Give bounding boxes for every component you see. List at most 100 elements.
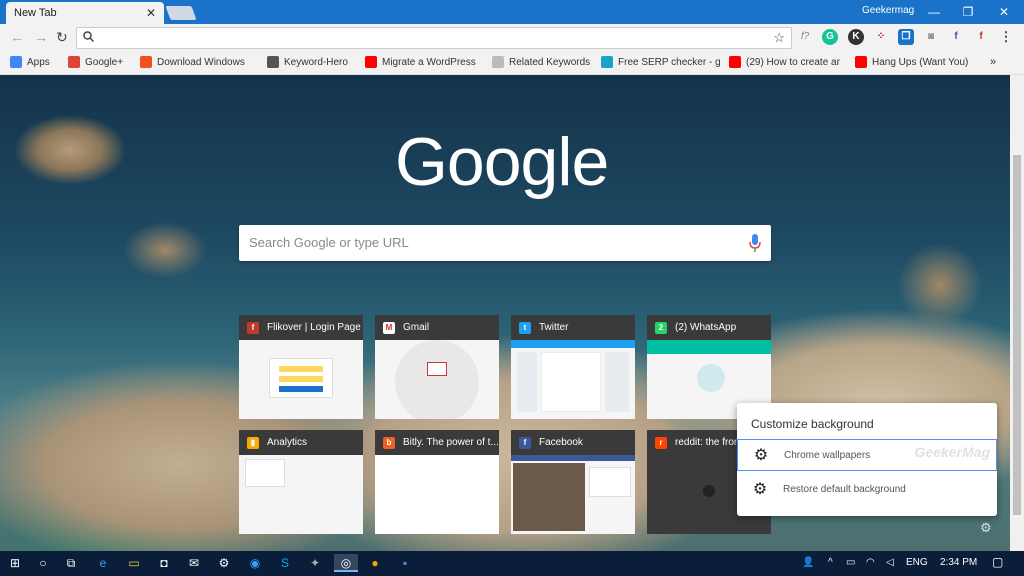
file-explorer-icon[interactable]: ▭ <box>125 554 143 572</box>
bookmark-item[interactable]: Related Keywords <box>492 56 590 68</box>
forward-button[interactable]: → <box>34 29 48 45</box>
bookmark-item[interactable]: Apps <box>10 56 50 68</box>
people-icon[interactable]: 👤 <box>802 557 814 568</box>
tile-title: Twitter <box>539 322 569 333</box>
close-window-button[interactable]: ✕ <box>986 0 1022 24</box>
search-box[interactable] <box>239 225 771 261</box>
most-visited-tile[interactable]: ▮ Analytics <box>239 430 363 534</box>
twitter-icon: t <box>519 321 531 334</box>
tab-title: New Tab <box>14 7 57 19</box>
start-windows-icon[interactable]: ⊞ <box>6 554 24 572</box>
skype-icon[interactable]: S <box>276 554 294 572</box>
microphone-icon[interactable] <box>749 234 761 252</box>
most-visited-tile[interactable]: t Twitter <box>511 315 635 419</box>
bookmark-item[interactable]: Download Windows <box>140 56 245 68</box>
scrollbar-thumb[interactable] <box>1013 155 1021 515</box>
most-visited-tile[interactable]: b Bitly. The power of t... <box>375 430 499 534</box>
back-button[interactable]: ← <box>10 29 24 45</box>
bookmarks-more-button[interactable]: » <box>990 56 996 68</box>
address-bar[interactable]: ☆ <box>76 27 792 49</box>
app-icon[interactable]: ✦ <box>306 554 324 572</box>
most-visited-tile[interactable]: f Facebook <box>511 430 635 534</box>
task-view-icon[interactable]: ⧉ <box>62 554 80 572</box>
tray-chevron-icon[interactable]: ^ <box>828 557 833 568</box>
most-visited-tile[interactable]: f Flikover | Login Page <box>239 315 363 419</box>
tile-title: (2) WhatsApp <box>675 322 737 333</box>
chrome-wallpapers-label: Chrome wallpapers <box>784 449 871 461</box>
page-scrollbar[interactable] <box>1010 75 1024 551</box>
tile-title: Facebook <box>539 437 583 448</box>
youtube-icon <box>729 56 741 68</box>
tile-header: M Gmail <box>375 315 499 340</box>
action-center-icon[interactable]: ▢ <box>992 555 1003 569</box>
windows-taskbar: ⊞ ○ ⧉ e ▭ ◘ ✉ ⚙ ◉ S ✦ ◎ ● ▪ 👤 ^ ▭ ◠ ◁ EN… <box>0 551 1024 576</box>
seo-extension-icon[interactable]: ⁘ <box>873 29 889 45</box>
google-logo: Google <box>395 124 609 200</box>
chrome-wallpapers-option[interactable]: ⚙ Chrome wallpapers GeekerMag <box>737 439 997 471</box>
mail-icon[interactable]: ✉ <box>185 554 203 572</box>
bookmark-label: Migrate a WordPress <box>382 56 476 68</box>
app-icon[interactable]: ● <box>366 554 384 572</box>
bookmark-label: (29) How to create ar <box>746 56 840 68</box>
cortana-search-icon[interactable]: ○ <box>34 554 52 572</box>
windows-icon <box>140 56 152 68</box>
tab-new-tab[interactable]: New Tab ✕ <box>6 2 164 24</box>
youtube-icon <box>365 56 377 68</box>
facebook-extension-icon[interactable]: f <box>948 29 964 45</box>
bookmark-item[interactable]: Migrate a WordPress <box>365 56 476 68</box>
formula-extension-icon[interactable]: f? <box>797 29 813 45</box>
window-extension-icon[interactable]: ❐ <box>898 29 914 45</box>
search-input[interactable] <box>249 235 729 250</box>
bitly-icon: b <box>383 436 395 449</box>
bookmark-label: Apps <box>27 56 50 68</box>
bookmark-item[interactable]: Keyword-Hero <box>267 56 348 68</box>
profile-name[interactable]: Geekermag <box>862 5 914 16</box>
tile-thumbnail <box>511 340 635 419</box>
reload-button[interactable]: ↻ <box>56 29 68 46</box>
edge-icon[interactable]: e <box>94 554 112 572</box>
language-indicator[interactable]: ENG <box>906 557 928 568</box>
chrome-menu-icon[interactable]: ⋮ <box>998 29 1014 45</box>
wifi-icon[interactable]: ◠ <box>866 557 875 568</box>
tile-title: Gmail <box>403 322 430 333</box>
chrome-taskbar-icon[interactable]: ◎ <box>334 554 358 572</box>
bookmark-item[interactable]: Free SERP checker - g <box>601 56 721 68</box>
keyword-extension-icon[interactable]: K <box>848 29 864 45</box>
volume-icon[interactable]: ◁ <box>886 557 894 568</box>
bookmark-item[interactable]: Google+ <box>68 56 123 68</box>
whatsapp-icon: 2 <box>655 321 667 334</box>
most-visited-tile[interactable]: M Gmail <box>375 315 499 419</box>
battery-icon[interactable]: ▭ <box>846 557 855 568</box>
tile-thumbnail <box>511 455 635 534</box>
bookmark-label: Google+ <box>85 56 124 68</box>
new-tab-button[interactable] <box>165 6 197 20</box>
tab-close-icon[interactable]: ✕ <box>146 6 156 20</box>
grammarly-extension-icon[interactable]: G <box>822 29 838 45</box>
clock[interactable]: 2:34 PM <box>940 557 977 568</box>
bookmark-item[interactable]: (29) How to create ar <box>729 56 840 68</box>
tile-title: Flikover | Login Page <box>267 322 361 333</box>
gear-icon: ⚙ <box>753 447 769 464</box>
bookmark-star-icon[interactable]: ☆ <box>773 30 785 46</box>
new-tab-page: Google f Flikover | Login Page M Gmail t Twit… <box>0 75 1010 551</box>
google-plus-icon <box>68 56 80 68</box>
tile-thumbnail <box>375 455 499 534</box>
tile-header: 2 (2) WhatsApp <box>647 315 771 340</box>
restore-default-background-option[interactable]: ⚙ Restore default background <box>737 473 997 505</box>
tile-title: Bitly. The power of t... <box>403 437 499 448</box>
flikover-extension-icon[interactable]: f <box>973 29 989 45</box>
title-bar: New Tab ✕ Geekermag — ❐ ✕ <box>0 0 1024 24</box>
search-icon <box>83 31 95 45</box>
camera-extension-icon[interactable]: ◙ <box>923 29 939 45</box>
photoshop-icon[interactable]: ▪ <box>396 554 414 572</box>
maximize-button[interactable]: ❐ <box>950 0 986 24</box>
minimize-button[interactable]: — <box>916 0 952 24</box>
customize-gear-icon[interactable]: ⚙ <box>980 520 992 536</box>
bookmark-item[interactable]: Hang Ups (Want You) <box>855 56 968 68</box>
settings-icon[interactable]: ⚙ <box>215 554 233 572</box>
customize-background-popup: Customize background ⚙ Chrome wallpapers… <box>737 403 997 516</box>
store-icon[interactable]: ◘ <box>155 554 173 572</box>
browser-toolbar: ← → ↻ ☆ f? G K ⁘ ❐ ◙ f f ⋮ <box>0 24 1024 51</box>
app-icon[interactable]: ◉ <box>246 554 264 572</box>
tile-title: Analytics <box>267 437 308 448</box>
